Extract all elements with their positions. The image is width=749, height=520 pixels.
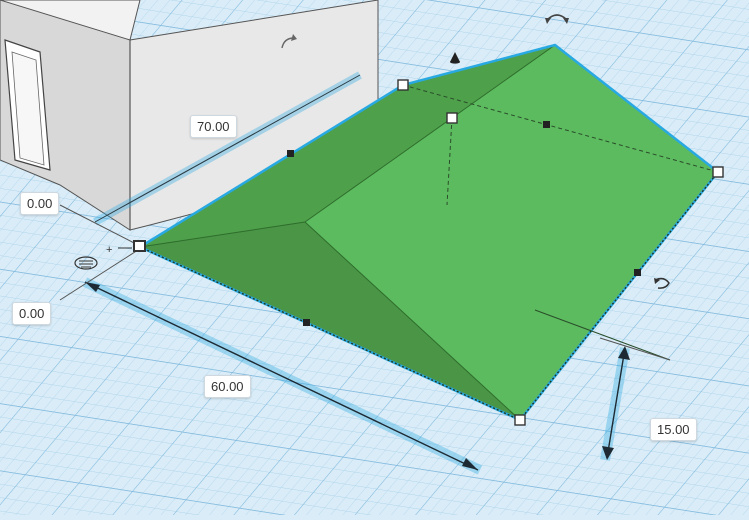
width-dimension-label[interactable]: 60.00 <box>204 375 251 398</box>
midpoint-handle-3[interactable] <box>303 319 310 326</box>
handle-top-left[interactable] <box>397 79 409 91</box>
handle-right[interactable] <box>712 166 724 178</box>
handle-bottom[interactable] <box>514 414 526 426</box>
workplane-viewport[interactable]: + 70.00 0.00 0.00 60.00 15.00 <box>0 0 749 515</box>
workplane-canvas[interactable]: + <box>0 0 749 515</box>
handle-left[interactable] <box>133 240 146 252</box>
midpoint-handle-1[interactable] <box>287 150 294 157</box>
handle-top-center[interactable] <box>446 112 458 124</box>
midpoint-handle-4[interactable] <box>634 269 641 276</box>
height-dimension-label[interactable]: 15.00 <box>650 418 697 441</box>
offset-y-dimension-label[interactable]: 0.00 <box>20 192 60 215</box>
offset-x-dimension-label[interactable]: 0.00 <box>12 302 52 325</box>
length-dimension-label[interactable]: 70.00 <box>190 115 237 138</box>
plus-marker: + <box>106 244 112 256</box>
midpoint-handle-2[interactable] <box>543 121 550 128</box>
